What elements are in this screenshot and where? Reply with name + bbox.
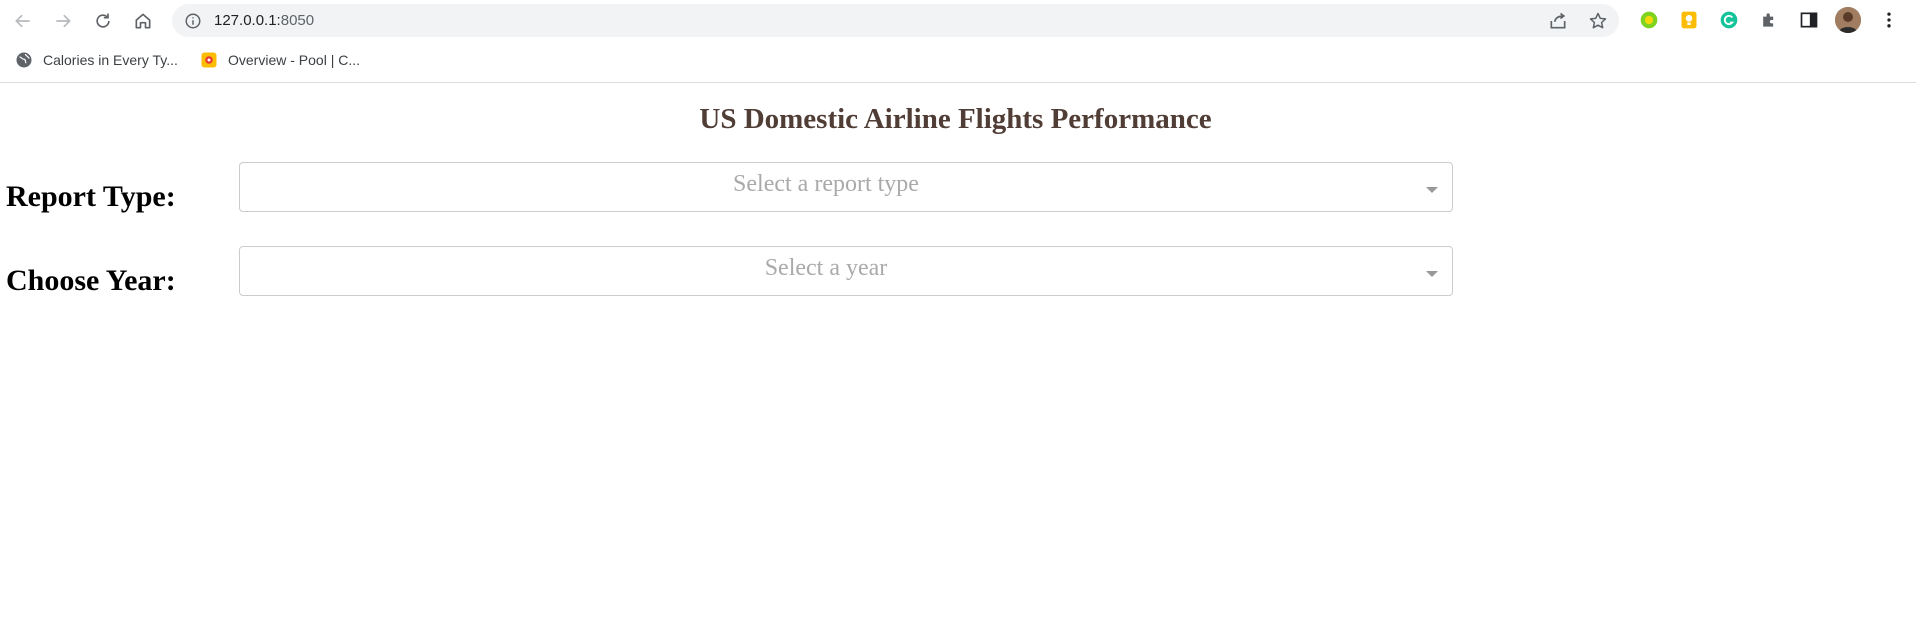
browser-toolbar: 127.0.0.1:8050 <box>0 0 1916 40</box>
chevron-down-icon[interactable] <box>1426 271 1438 277</box>
report-type-label: Report Type: <box>6 180 176 213</box>
reload-button[interactable] <box>88 6 118 36</box>
pool-icon <box>200 51 218 69</box>
choose-year-label: Choose Year: <box>6 264 176 297</box>
browser-menu-button[interactable] <box>1878 9 1900 31</box>
bookmark-calories[interactable]: Calories in Every Ty... <box>15 51 178 69</box>
keep-notes-button[interactable] <box>1678 9 1700 31</box>
bookmark-label: Overview - Pool | C... <box>228 52 361 68</box>
back-arrow-icon <box>15 14 30 28</box>
puzzle-icon <box>1763 13 1774 27</box>
star-icon <box>1589 12 1607 29</box>
home-icon <box>135 13 151 29</box>
forward-arrow-icon <box>56 14 71 28</box>
bookmarks-bar: Calories in Every Ty... Overview - Pool … <box>0 40 1916 83</box>
url-port: 8050 <box>280 12 315 29</box>
grammarly-icon <box>1720 11 1738 29</box>
profile-photo-icon <box>1835 7 1861 33</box>
grammarly-button[interactable] <box>1718 9 1740 31</box>
report-type-dropdown[interactable]: Select a report type <box>239 162 1453 212</box>
profile-avatar[interactable] <box>1835 7 1861 33</box>
dashboard-page: US Domestic Airline Flights Performance … <box>0 83 1916 635</box>
keep-notes-icon <box>1681 11 1697 29</box>
bookmark-label: Calories in Every Ty... <box>43 52 178 68</box>
bookmark-star-button[interactable] <box>1587 10 1609 32</box>
page-title: US Domestic Airline Flights Performance <box>699 103 1212 135</box>
report-type-placeholder: Select a report type <box>733 171 919 197</box>
share-icon <box>1550 12 1566 29</box>
address-bar[interactable]: 127.0.0.1:8050 <box>172 4 1619 37</box>
bookmark-overview-pool[interactable]: Overview - Pool | C... <box>200 51 360 69</box>
share-button[interactable] <box>1547 10 1569 32</box>
side-panel-button[interactable] <box>1798 9 1820 31</box>
url-text[interactable]: 127.0.0.1:8050 <box>214 12 314 29</box>
chevron-down-icon[interactable] <box>1426 187 1438 193</box>
side-panel-icon <box>1800 12 1818 28</box>
home-button[interactable] <box>128 6 158 36</box>
extensions-button[interactable] <box>1758 9 1780 31</box>
year-dropdown[interactable]: Select a year <box>239 246 1453 296</box>
forward-button[interactable] <box>48 6 78 36</box>
greenleaf-extension-icon <box>1640 11 1658 29</box>
more-vertical-icon <box>1887 12 1891 28</box>
globe-icon <box>15 51 33 69</box>
reload-icon <box>96 13 110 28</box>
url-host: 127.0.0.1: <box>214 12 281 29</box>
greenleaf-extension-button[interactable] <box>1638 9 1660 31</box>
year-placeholder: Select a year <box>764 255 888 281</box>
site-info-icon[interactable] <box>184 12 202 30</box>
back-button[interactable] <box>8 6 38 36</box>
